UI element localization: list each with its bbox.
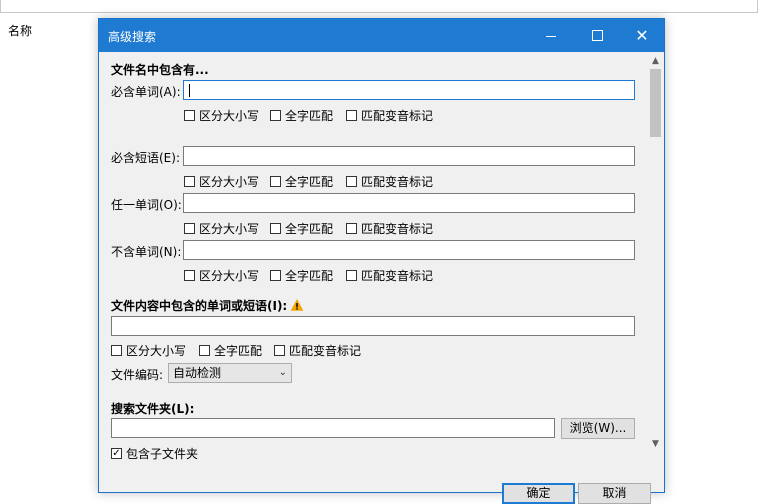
check-icon: ✓ bbox=[111, 447, 122, 459]
close-icon: ✕ bbox=[635, 26, 649, 45]
dialog-scrollbar[interactable]: ▲ ▼ bbox=[647, 52, 664, 452]
row2-case-checkbox[interactable]: 区分大小写 bbox=[184, 173, 259, 190]
filename-section-title: 文件名中包含有... bbox=[111, 63, 209, 77]
dialog-title: 高级搜索 bbox=[108, 30, 157, 44]
row2-whole-word-checkbox[interactable]: 全字匹配 bbox=[270, 173, 333, 190]
encoding-label: 文件编码: bbox=[111, 368, 164, 382]
must-contain-words-label: 必含单词(A): bbox=[111, 85, 181, 99]
content-phrase-input[interactable] bbox=[111, 316, 635, 336]
exclude-words-input[interactable] bbox=[183, 240, 635, 260]
browse-button[interactable]: 浏览(W)... bbox=[561, 418, 635, 439]
scroll-down-icon[interactable]: ▼ bbox=[647, 435, 664, 452]
row4-whole-word-checkbox[interactable]: 全字匹配 bbox=[270, 267, 333, 284]
row4-diacritics-checkbox[interactable]: 匹配变音标记 bbox=[346, 267, 433, 284]
ok-button[interactable]: 确定 bbox=[502, 483, 575, 504]
row1-diacritics-checkbox[interactable]: 匹配变音标记 bbox=[346, 107, 433, 124]
search-folder-input[interactable] bbox=[111, 418, 555, 438]
background-toolbar bbox=[0, 0, 758, 13]
folder-section-title: 搜索文件夹(L): bbox=[111, 402, 195, 416]
minimize-icon bbox=[546, 36, 556, 37]
content-case-checkbox[interactable]: 区分大小写 bbox=[111, 342, 186, 359]
any-word-label: 任一单词(O): bbox=[111, 198, 182, 212]
cancel-button[interactable]: 取消 bbox=[578, 483, 651, 504]
must-contain-phrase-label: 必含短语(E): bbox=[111, 151, 180, 165]
row3-case-checkbox[interactable]: 区分大小写 bbox=[184, 220, 259, 237]
advanced-search-dialog: 高级搜索 ✕ 文件名中包含有... 必含单词(A): 区分大小写 全字匹配 匹配… bbox=[98, 18, 665, 504]
close-button[interactable]: ✕ bbox=[619, 19, 665, 52]
row4-case-checkbox[interactable]: 区分大小写 bbox=[184, 267, 259, 284]
content-whole-word-checkbox[interactable]: 全字匹配 bbox=[199, 342, 262, 359]
include-subfolders-checkbox[interactable]: ✓ 包含子文件夹 bbox=[111, 445, 198, 462]
maximize-button[interactable] bbox=[574, 19, 620, 52]
column-header-name[interactable]: 名称 bbox=[8, 22, 32, 39]
dialog-content: 文件名中包含有... 必含单词(A): 区分大小写 全字匹配 匹配变音标记 必含… bbox=[99, 52, 651, 504]
content-diacritics-checkbox[interactable]: 匹配变音标记 bbox=[274, 342, 361, 359]
scroll-up-icon[interactable]: ▲ bbox=[647, 52, 664, 69]
minimize-button[interactable] bbox=[528, 19, 574, 52]
row1-case-checkbox[interactable]: 区分大小写 bbox=[184, 107, 259, 124]
content-section-title: 文件内容中包含的单词或短语(I): bbox=[111, 297, 304, 314]
row2-diacritics-checkbox[interactable]: 匹配变音标记 bbox=[346, 173, 433, 190]
exclude-words-label: 不含单词(N): bbox=[111, 245, 182, 259]
row3-whole-word-checkbox[interactable]: 全字匹配 bbox=[270, 220, 333, 237]
must-contain-phrase-input[interactable] bbox=[183, 146, 635, 166]
text-caret bbox=[189, 84, 190, 97]
must-contain-words-input[interactable] bbox=[183, 80, 635, 100]
warning-icon bbox=[290, 299, 304, 311]
encoding-select[interactable]: 自动检测 ⌄ bbox=[168, 363, 292, 383]
row1-whole-word-checkbox[interactable]: 全字匹配 bbox=[270, 107, 333, 124]
row3-diacritics-checkbox[interactable]: 匹配变音标记 bbox=[346, 220, 433, 237]
any-word-input[interactable] bbox=[183, 193, 635, 213]
scroll-thumb[interactable] bbox=[650, 69, 661, 137]
chevron-down-icon: ⌄ bbox=[278, 367, 287, 378]
dialog-titlebar[interactable]: 高级搜索 ✕ bbox=[99, 19, 664, 52]
maximize-icon bbox=[591, 30, 603, 41]
